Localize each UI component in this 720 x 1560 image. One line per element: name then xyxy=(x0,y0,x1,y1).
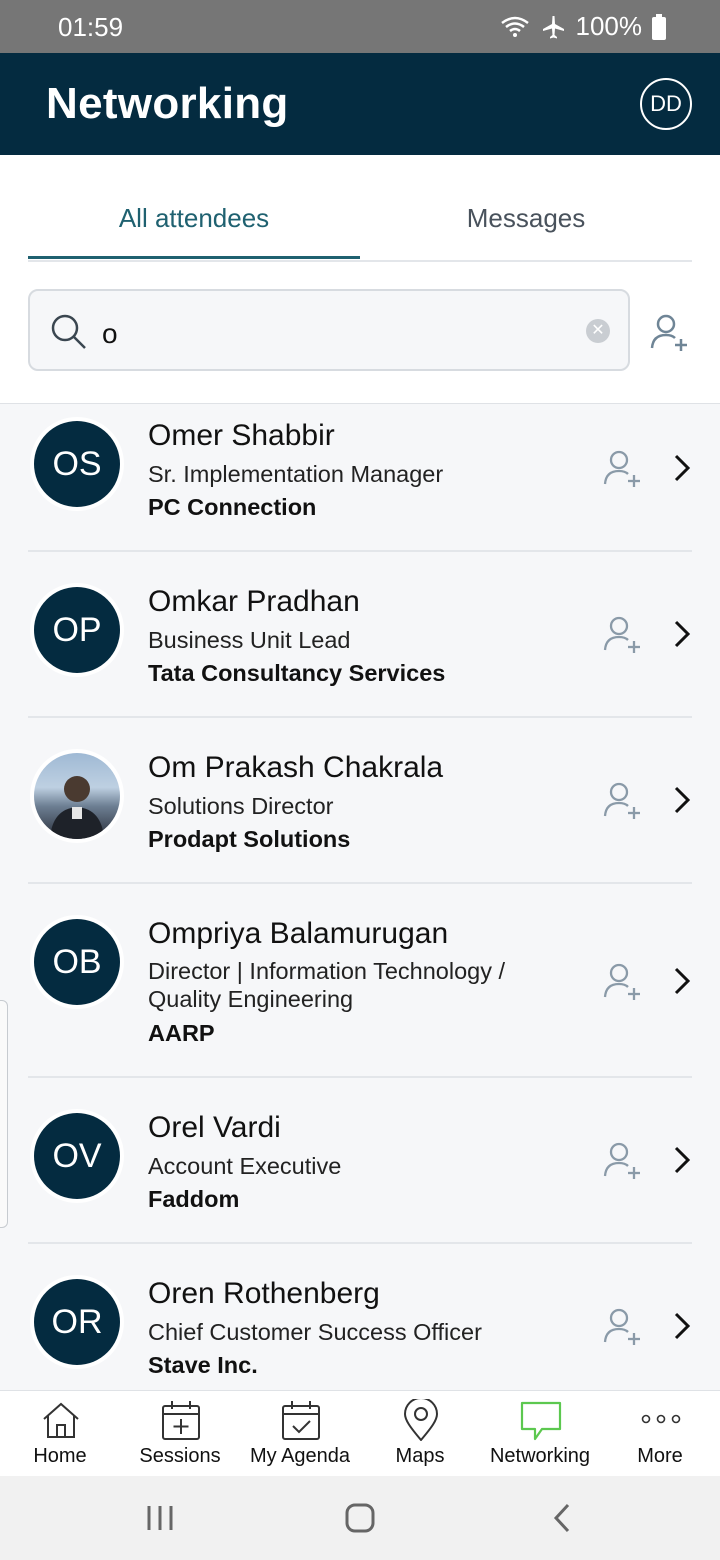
chevron-right-icon[interactable] xyxy=(670,965,694,1002)
attendee-title: Business Unit Lead xyxy=(148,627,351,653)
chevron-right-icon[interactable] xyxy=(670,784,694,821)
page-title: Networking xyxy=(46,79,289,128)
add-contact-icon[interactable] xyxy=(603,781,645,826)
nav-sessions[interactable]: Sessions xyxy=(120,1391,240,1477)
attendee-row[interactable]: OP Omkar Pradhan Business Unit Lead Tata… xyxy=(0,552,720,718)
add-contact-icon[interactable] xyxy=(603,449,645,494)
profile-avatar-button[interactable]: DD xyxy=(640,78,692,130)
attendee-name: Oren Rothenberg xyxy=(148,1277,380,1310)
nav-label: Networking xyxy=(489,1445,591,1467)
attendee-row[interactable]: Om Prakash Chakrala Solutions Director P… xyxy=(0,718,720,884)
attendee-name: Omkar Pradhan xyxy=(148,585,360,618)
search-icon xyxy=(50,313,88,356)
attendee-avatar: OB xyxy=(34,919,120,1005)
add-contact-icon[interactable] xyxy=(603,1141,645,1186)
attendee-company: Stave Inc. xyxy=(148,1352,258,1378)
attendee-company: AARP xyxy=(148,1020,215,1046)
clear-search-icon[interactable]: ✕ xyxy=(586,319,610,343)
battery-level: 100% xyxy=(575,11,643,41)
chevron-right-icon[interactable] xyxy=(670,1144,694,1181)
search-input[interactable]: o xyxy=(102,318,118,350)
system-navigation-bar xyxy=(0,1476,720,1560)
battery-icon xyxy=(652,13,666,40)
attendee-avatar: OP xyxy=(34,587,120,673)
bottom-navigation: Home Sessions My Agenda Maps Networking … xyxy=(0,1390,720,1477)
attendee-name: Orel Vardi xyxy=(148,1111,281,1144)
attendee-row[interactable]: OV Orel Vardi Account Executive Faddom xyxy=(0,1078,720,1244)
attendee-title: Director | Information Technology / Qual… xyxy=(148,958,506,1012)
wifi-icon xyxy=(500,15,530,39)
attendee-company: Tata Consultancy Services xyxy=(148,660,446,686)
attendee-name: Om Prakash Chakrala xyxy=(148,751,444,784)
attendee-title: Chief Customer Success Officer xyxy=(148,1319,482,1345)
chevron-right-icon[interactable] xyxy=(670,1310,694,1347)
nav-label: Home xyxy=(33,1445,87,1467)
app-header: Networking DD xyxy=(0,53,720,155)
attendee-list: OS Omer Shabbir Sr. Implementation Manag… xyxy=(0,404,720,1390)
search-field[interactable]: o ✕ xyxy=(28,289,630,371)
attendee-avatar: OS xyxy=(34,421,120,507)
add-contact-icon[interactable] xyxy=(650,313,692,358)
add-contact-icon[interactable] xyxy=(603,1307,645,1352)
attendee-company: Faddom xyxy=(148,1186,240,1212)
status-bar: 01:59 100% xyxy=(0,0,720,53)
edge-panel-handle[interactable] xyxy=(0,1000,8,1228)
attendee-name: Omer Shabbir xyxy=(148,419,335,452)
attendee-title: Sr. Implementation Manager xyxy=(148,461,444,487)
nav-maps[interactable]: Maps xyxy=(360,1391,480,1477)
top-panel: All attendees Messages o ✕ xyxy=(0,155,720,403)
nav-home[interactable]: Home xyxy=(0,1391,120,1477)
tab-bar: All attendees Messages xyxy=(28,155,692,262)
chevron-right-icon[interactable] xyxy=(670,452,694,489)
airplane-mode-icon xyxy=(540,14,566,40)
nav-label: My Agenda xyxy=(249,1445,351,1467)
add-contact-icon[interactable] xyxy=(603,615,645,660)
nav-more[interactable]: More xyxy=(600,1391,720,1477)
attendee-row[interactable]: OS Omer Shabbir Sr. Implementation Manag… xyxy=(0,404,720,552)
attendee-avatar: OV xyxy=(34,1113,120,1199)
attendee-title: Account Executive xyxy=(148,1153,342,1179)
tab-messages[interactable]: Messages xyxy=(360,203,692,234)
attendee-avatar: OR xyxy=(34,1279,120,1365)
attendee-company: Prodapt Solutions xyxy=(148,826,351,852)
nav-networking[interactable]: Networking xyxy=(480,1391,600,1477)
attendee-photo xyxy=(34,753,120,839)
nav-label: Sessions xyxy=(139,1445,221,1467)
nav-label: More xyxy=(637,1445,683,1467)
tab-all-attendees[interactable]: All attendees xyxy=(28,203,360,234)
attendee-company: PC Connection xyxy=(148,494,317,520)
nav-my-agenda[interactable]: My Agenda xyxy=(240,1391,360,1477)
active-tab-indicator xyxy=(28,256,360,259)
nav-label: Maps xyxy=(395,1445,445,1467)
attendee-title: Solutions Director xyxy=(148,793,334,819)
add-contact-icon[interactable] xyxy=(603,962,645,1007)
chevron-right-icon[interactable] xyxy=(670,618,694,655)
attendee-name: Ompriya Balamurugan xyxy=(148,917,449,950)
attendee-row[interactable]: OB Ompriya Balamurugan Director | Inform… xyxy=(0,884,720,1078)
status-time: 01:59 xyxy=(58,12,124,42)
attendee-row[interactable]: OR Oren Rothenberg Chief Customer Succes… xyxy=(0,1244,720,1390)
